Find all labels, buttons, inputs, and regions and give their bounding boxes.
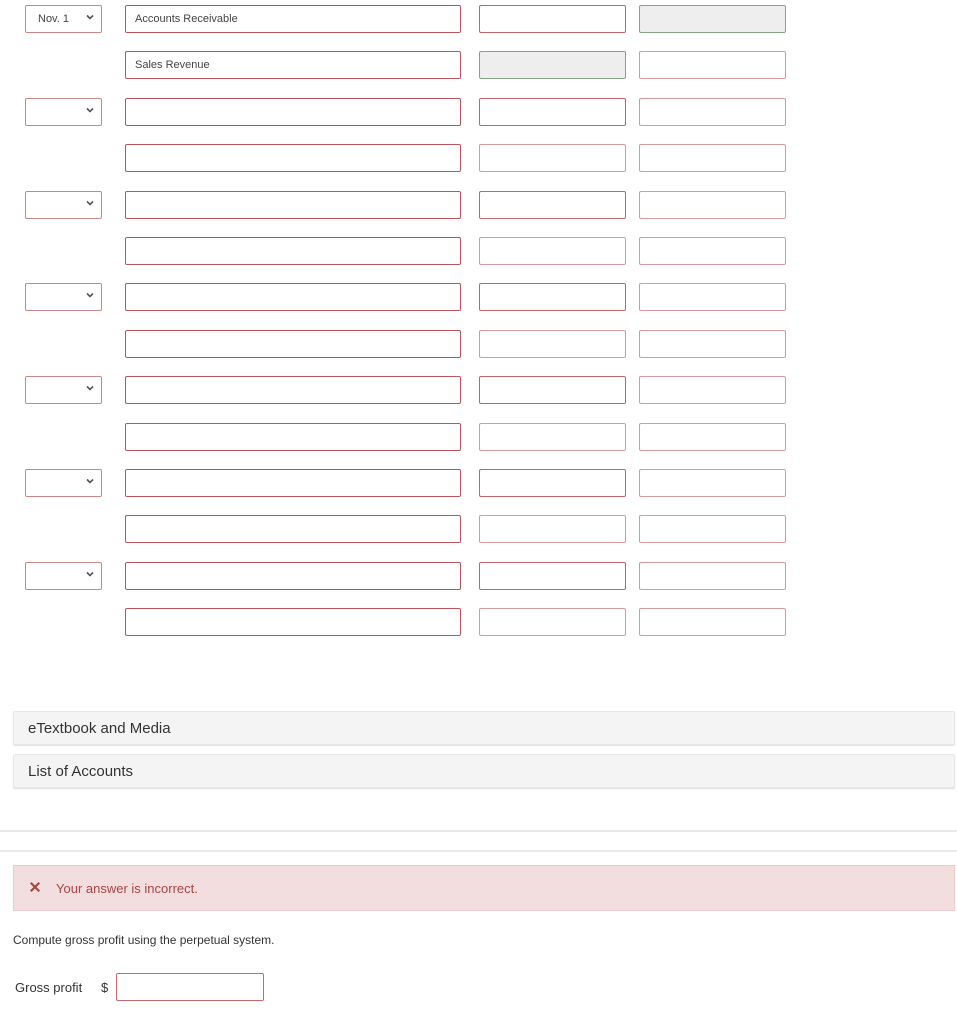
account-title-input[interactable] bbox=[125, 423, 461, 451]
account-title-input[interactable]: Accounts Receivable bbox=[125, 5, 461, 33]
chevron-down-icon bbox=[86, 478, 94, 484]
divider bbox=[0, 830, 957, 832]
x-mark-icon bbox=[30, 882, 40, 892]
chevron-down-icon bbox=[86, 571, 94, 577]
debit-amount-input[interactable] bbox=[479, 608, 626, 636]
debit-amount-input[interactable] bbox=[479, 515, 626, 543]
list-of-accounts-label: List of Accounts bbox=[28, 763, 134, 780]
account-title-input[interactable] bbox=[125, 469, 461, 497]
journal-row bbox=[0, 98, 800, 127]
debit-amount-input[interactable] bbox=[479, 423, 626, 451]
credit-amount-input[interactable] bbox=[639, 562, 786, 590]
debit-amount-input[interactable] bbox=[479, 191, 626, 219]
journal-row bbox=[0, 608, 800, 637]
chevron-down-icon bbox=[86, 292, 94, 298]
credit-amount-input[interactable] bbox=[639, 330, 786, 358]
credit-amount-input[interactable] bbox=[639, 51, 786, 79]
date-value: Nov. 1 bbox=[38, 13, 69, 25]
date-select[interactable] bbox=[25, 469, 102, 497]
debit-amount-input[interactable] bbox=[479, 237, 626, 265]
alert-message: Your answer is incorrect. bbox=[56, 881, 198, 896]
account-title-input[interactable] bbox=[125, 562, 461, 590]
journal-row: Nov. 1 Accounts Receivable bbox=[0, 5, 800, 34]
date-select[interactable] bbox=[25, 98, 102, 126]
chevron-down-icon bbox=[86, 385, 94, 391]
debit-amount-input[interactable] bbox=[479, 283, 626, 311]
credit-amount-input[interactable] bbox=[639, 191, 786, 219]
journal-row bbox=[0, 237, 800, 266]
journal-row bbox=[0, 469, 800, 498]
credit-amount-input[interactable] bbox=[639, 144, 786, 172]
debit-amount-input[interactable] bbox=[479, 98, 626, 126]
credit-amount-input[interactable] bbox=[639, 237, 786, 265]
account-title-input[interactable] bbox=[125, 98, 461, 126]
chevron-down-icon bbox=[86, 200, 94, 206]
date-select[interactable] bbox=[25, 376, 102, 404]
account-title-input[interactable] bbox=[125, 144, 461, 172]
gross-profit-label: Gross profit bbox=[15, 980, 83, 995]
journal-row bbox=[0, 283, 800, 312]
account-title-input[interactable] bbox=[125, 330, 461, 358]
date-select[interactable] bbox=[25, 283, 102, 311]
credit-amount-input[interactable] bbox=[639, 423, 786, 451]
debit-amount-input[interactable] bbox=[479, 469, 626, 497]
account-title-input[interactable]: Sales Revenue bbox=[125, 51, 461, 79]
chevron-down-icon bbox=[86, 107, 94, 113]
journal-row bbox=[0, 423, 800, 452]
account-title-input[interactable] bbox=[125, 376, 461, 404]
credit-amount-input[interactable] bbox=[639, 283, 786, 311]
chevron-down-icon bbox=[86, 14, 94, 20]
journal-row: Sales Revenue bbox=[0, 51, 800, 80]
credit-amount-input[interactable] bbox=[639, 515, 786, 543]
credit-amount-input[interactable] bbox=[639, 469, 786, 497]
debit-amount-input[interactable] bbox=[479, 144, 626, 172]
credit-amount-input bbox=[639, 5, 786, 33]
account-title-input[interactable] bbox=[125, 515, 461, 543]
debit-amount-input[interactable] bbox=[479, 376, 626, 404]
date-select[interactable]: Nov. 1 bbox=[25, 5, 102, 33]
date-select[interactable] bbox=[25, 562, 102, 590]
divider bbox=[0, 850, 957, 852]
account-title-input[interactable] bbox=[125, 608, 461, 636]
journal-row bbox=[0, 515, 800, 544]
credit-amount-input[interactable] bbox=[639, 608, 786, 636]
debit-amount-input[interactable] bbox=[479, 5, 626, 33]
debit-amount-input[interactable] bbox=[479, 330, 626, 358]
journal-row bbox=[0, 191, 800, 220]
journal-row bbox=[0, 330, 800, 359]
account-title-input[interactable] bbox=[125, 237, 461, 265]
debit-amount-input bbox=[479, 51, 626, 79]
question-prompt: Compute gross profit using the perpetual… bbox=[13, 933, 275, 947]
incorrect-answer-alert: Your answer is incorrect. bbox=[13, 865, 955, 911]
debit-amount-input[interactable] bbox=[479, 562, 626, 590]
currency-symbol: $ bbox=[101, 980, 109, 995]
account-title-input[interactable] bbox=[125, 191, 461, 219]
journal-row bbox=[0, 376, 800, 405]
journal-row bbox=[0, 562, 800, 591]
date-select[interactable] bbox=[25, 191, 102, 219]
list-of-accounts-link[interactable]: List of Accounts bbox=[13, 754, 955, 788]
gross-profit-input[interactable] bbox=[116, 973, 264, 1001]
account-title-input[interactable] bbox=[125, 283, 461, 311]
credit-amount-input[interactable] bbox=[639, 98, 786, 126]
credit-amount-input[interactable] bbox=[639, 376, 786, 404]
journal-row bbox=[0, 144, 800, 173]
etextbook-media-label: eTextbook and Media bbox=[28, 720, 171, 737]
etextbook-media-link[interactable]: eTextbook and Media bbox=[13, 711, 955, 745]
